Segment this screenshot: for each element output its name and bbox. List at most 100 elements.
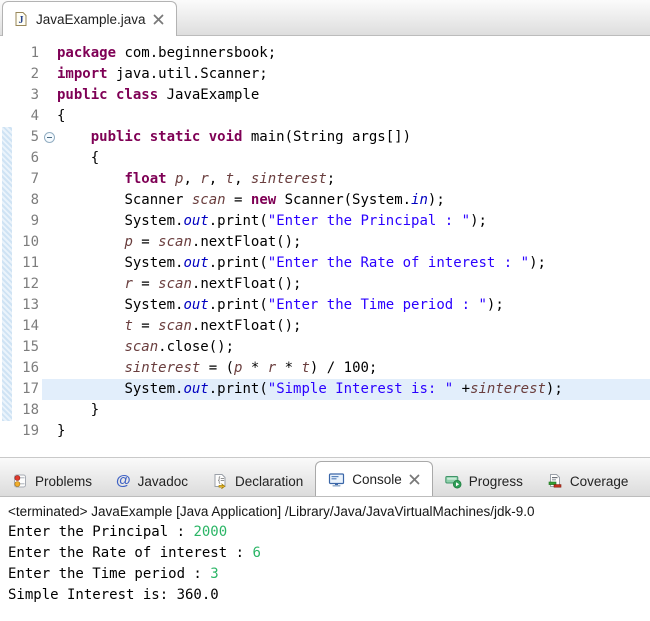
tab-coverage[interactable]: Coverage: [535, 466, 641, 496]
console-line: Enter the Rate of interest : 6: [8, 543, 642, 564]
code-segment-pl: com.beginnersbook;: [116, 45, 276, 61]
line-number: 11: [0, 253, 42, 274]
code-text: scan.close();: [57, 337, 650, 358]
code-line[interactable]: 5 public static void main(String args[]): [0, 127, 650, 148]
tab-console[interactable]: Console: [315, 461, 433, 497]
code-line[interactable]: 10 p = scan.nextFloat();: [0, 232, 650, 253]
code-segment-pl: ,: [234, 171, 251, 187]
code-line[interactable]: 14 t = scan.nextFloat();: [0, 316, 650, 337]
tab-declaration[interactable]: {= Declaration: [200, 466, 315, 496]
code-segment-fd: out: [183, 213, 208, 229]
code-indent: [57, 318, 124, 334]
console-line: Enter the Time period : 3: [8, 564, 642, 585]
progress-icon: [445, 473, 462, 489]
eclipse-window: J JavaExample.java 1 package com.beginner…: [0, 0, 650, 621]
code-segment-vr: t: [124, 318, 132, 334]
code-segment-kw: package: [57, 45, 116, 61]
code-line[interactable]: 6 {: [0, 148, 650, 169]
fold-column: [42, 316, 57, 337]
code-indent: [57, 276, 124, 292]
code-text: p = scan.nextFloat();: [57, 232, 650, 253]
editor-tab-bar: J JavaExample.java: [0, 0, 650, 36]
code-segment-pl: );: [529, 255, 546, 271]
code-segment-vr: scan: [192, 192, 226, 208]
line-number: 19: [0, 421, 42, 442]
code-segment-fd: out: [183, 255, 208, 271]
code-text: }: [57, 400, 650, 421]
fold-column: [42, 43, 57, 64]
code-segment-in: 2000: [193, 524, 227, 540]
code-line[interactable]: 17 System.out.print("Simple Interest is:…: [0, 379, 650, 400]
code-segment-pl: System.: [124, 213, 183, 229]
line-number: 17: [0, 379, 42, 400]
code-line[interactable]: 9 System.out.print("Enter the Principal …: [0, 211, 650, 232]
code-segment-pl: ,: [183, 171, 200, 187]
code-segment-kw: new: [251, 192, 276, 208]
code-text: Scanner scan = new Scanner(System.in);: [57, 190, 650, 211]
line-number: 6: [0, 148, 42, 169]
editor-tab-javaexample[interactable]: J JavaExample.java: [2, 1, 177, 36]
code-line[interactable]: 19}: [0, 421, 650, 442]
code-indent: [57, 402, 91, 418]
console-icon: [328, 472, 345, 488]
tab-label: Coverage: [570, 474, 629, 489]
code-segment-pl: );: [487, 297, 504, 313]
code-segment-vr: r: [124, 276, 132, 292]
fold-column: [42, 85, 57, 106]
code-segment-pl: Enter the Rate of interest :: [8, 545, 252, 561]
code-line[interactable]: 11 System.out.print("Enter the Rate of i…: [0, 253, 650, 274]
fold-column: [42, 379, 57, 400]
line-number: 7: [0, 169, 42, 190]
code-line[interactable]: 16 sinterest = (p * r * t) / 100;: [0, 358, 650, 379]
code-line[interactable]: 18 }: [0, 400, 650, 421]
code-line[interactable]: 12 r = scan.nextFloat();: [0, 274, 650, 295]
code-segment-pl: main(String args[]): [242, 129, 411, 145]
panel-tab-bar: Problems @ Javadoc {= Declaration: [0, 458, 650, 497]
code-line[interactable]: 2import java.util.Scanner;: [0, 64, 650, 85]
code-editor[interactable]: 1 package com.beginnersbook; 2import java.…: [0, 36, 650, 457]
code-line[interactable]: 7 float p, r, t, sinterest;: [0, 169, 650, 190]
code-segment-pl: Enter the Principal :: [8, 524, 193, 540]
code-indent: [57, 171, 124, 187]
code-segment-kw: public class: [57, 87, 158, 103]
code-indent: [57, 213, 124, 229]
fold-column: [42, 190, 57, 211]
tab-label: Console: [352, 472, 402, 487]
fold-column: [42, 421, 57, 442]
fold-column: [42, 337, 57, 358]
code-line[interactable]: 13 System.out.print("Enter the Time peri…: [0, 295, 650, 316]
code-text: public static void main(String args[]): [57, 127, 650, 148]
tab-label: Declaration: [235, 474, 303, 489]
line-number: 1: [0, 43, 42, 64]
code-text: r = scan.nextFloat();: [57, 274, 650, 295]
tab-javadoc[interactable]: @ Javadoc: [104, 466, 200, 496]
tab-label: Progress: [469, 474, 523, 489]
code-segment-st: "Enter the Rate of interest : ": [268, 255, 529, 271]
code-line[interactable]: 1 package com.beginnersbook;: [0, 43, 650, 64]
code-line[interactable]: 8 Scanner scan = new Scanner(System.in);: [0, 190, 650, 211]
close-icon[interactable]: [153, 14, 164, 25]
fold-column: [42, 64, 57, 85]
code-line[interactable]: 3public class JavaExample: [0, 85, 650, 106]
code-segment-pl: Scanner(System.: [276, 192, 411, 208]
problems-icon: [12, 473, 28, 489]
tab-problems[interactable]: Problems: [0, 466, 104, 496]
close-icon[interactable]: [409, 474, 420, 485]
code-line[interactable]: 4{: [0, 106, 650, 127]
tab-progress[interactable]: Progress: [433, 466, 535, 496]
fold-collapse-icon[interactable]: [44, 132, 55, 143]
code-text: t = scan.nextFloat();: [57, 316, 650, 337]
code-line[interactable]: 15 scan.close();: [0, 337, 650, 358]
editor-tab-label: JavaExample.java: [36, 12, 146, 27]
code-segment-kw: public static void: [91, 129, 243, 145]
code-segment-vr: scan: [158, 318, 192, 334]
console-view[interactable]: <terminated> JavaExample [Java Applicati…: [0, 497, 650, 621]
code-text: {: [57, 106, 650, 127]
code-text: System.out.print("Enter the Principal : …: [57, 211, 650, 232]
code-text: public class JavaExample: [57, 85, 650, 106]
console-line: Simple Interest is: 360.0: [8, 585, 642, 606]
declaration-icon: {=: [212, 473, 228, 489]
code-segment-pl: .nextFloat();: [192, 276, 302, 292]
fold-column: [42, 148, 57, 169]
code-segment-pl: Scanner: [124, 192, 191, 208]
